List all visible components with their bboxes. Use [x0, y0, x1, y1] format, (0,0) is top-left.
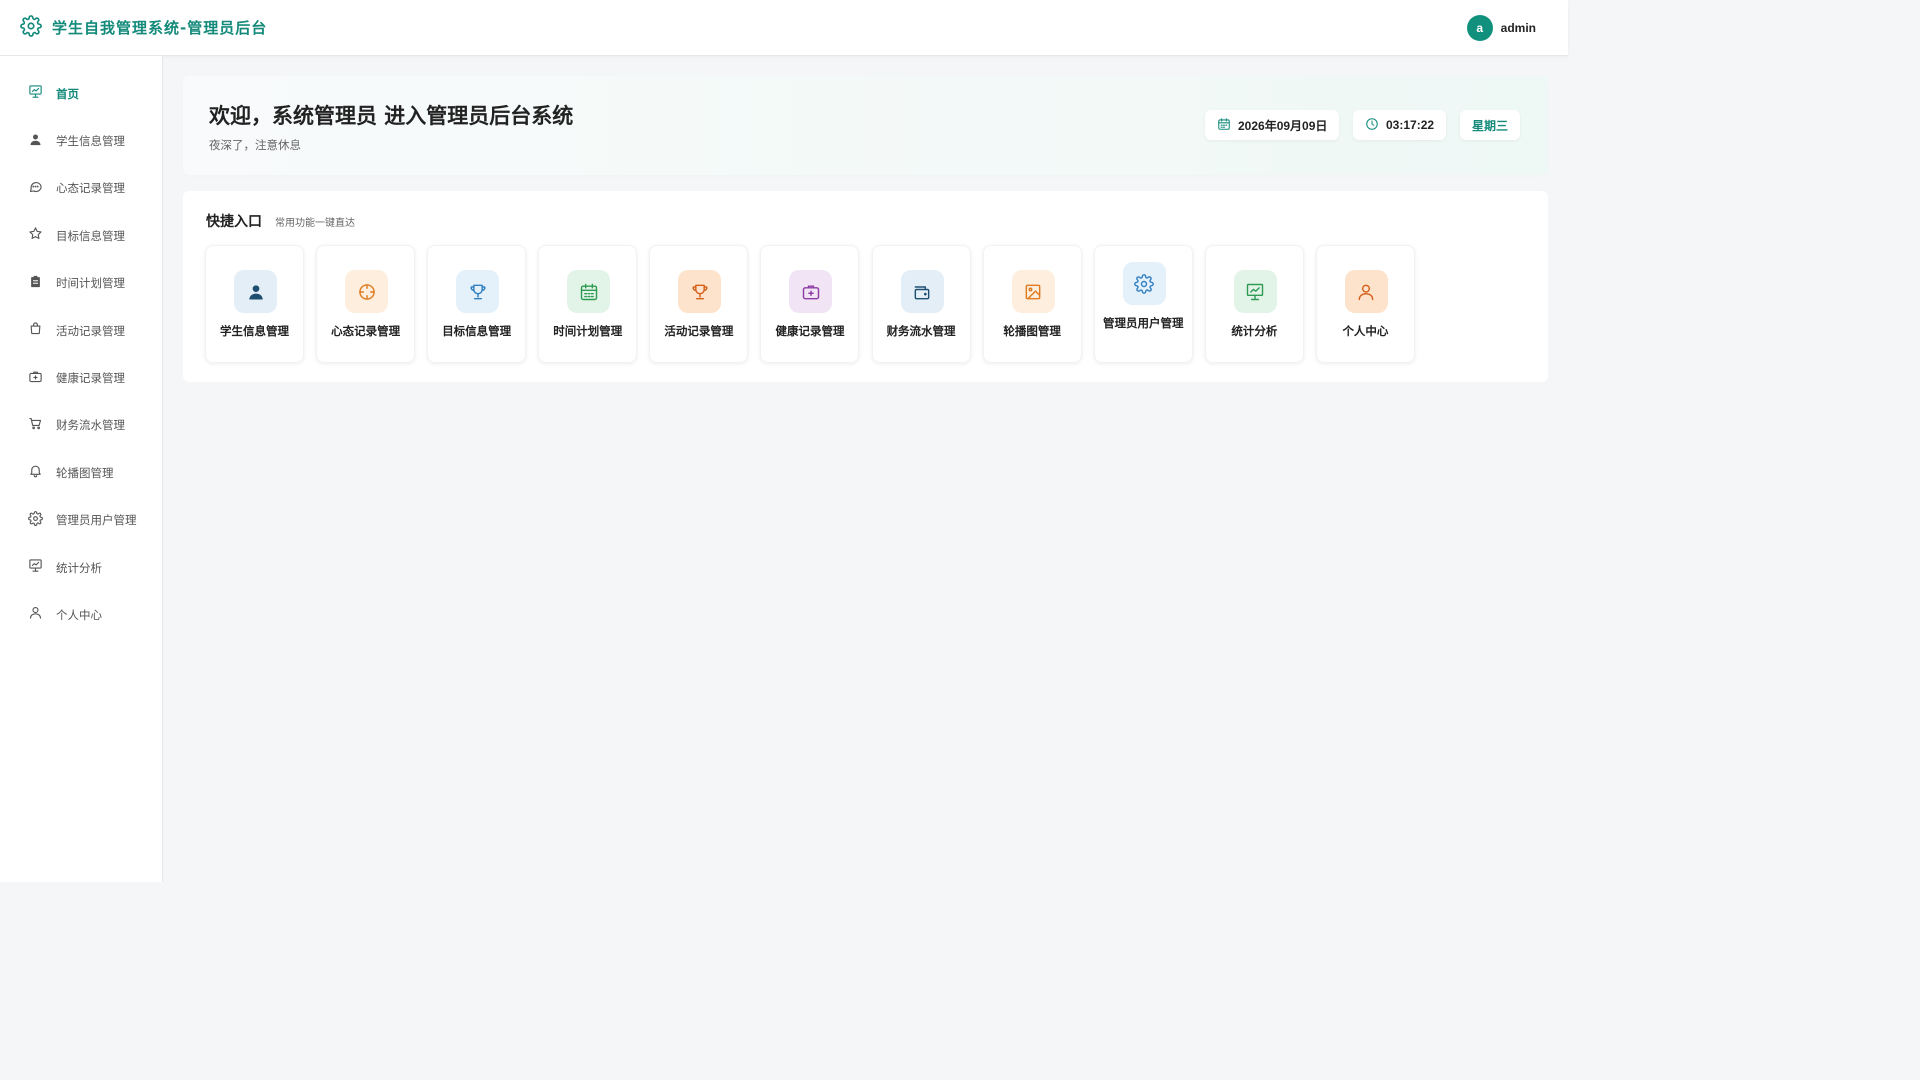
- time-text: 03:17:22: [1386, 118, 1435, 132]
- top-bar: 学生自我管理系统-管理员后台 a admin: [0, 0, 1568, 56]
- bell-icon: [28, 463, 43, 482]
- app-title: 学生自我管理系统-管理员后台: [52, 19, 268, 37]
- clock-icon: [1365, 117, 1386, 134]
- sidebar-item-health[interactable]: 健康记录管理: [0, 354, 162, 401]
- trophy-icon: [456, 270, 500, 313]
- sidebar-item-label: 健康记录管理: [56, 371, 125, 386]
- quick-card-label: 心态记录管理: [331, 324, 401, 338]
- sidebar-item-label: 时间计划管理: [56, 276, 125, 291]
- quick-card-label: 目标信息管理: [442, 324, 512, 338]
- clipboard-icon: [28, 274, 43, 293]
- quick-card-label: 财务流水管理: [886, 324, 956, 338]
- sidebar-item-goals[interactable]: 目标信息管理: [0, 212, 162, 259]
- time-badge: 03:17:22: [1353, 110, 1447, 140]
- compass-icon: [345, 270, 389, 313]
- quick-card-activities[interactable]: 活动记录管理: [649, 245, 749, 363]
- calendar-icon: [567, 270, 611, 313]
- quick-card-label: 统计分析: [1231, 324, 1278, 338]
- quick-card-mood-records[interactable]: 心态记录管理: [316, 245, 416, 363]
- quick-card-goals[interactable]: 目标信息管理: [427, 245, 527, 363]
- sidebar-item-time-plan[interactable]: 时间计划管理: [0, 260, 162, 307]
- quick-card-label: 管理员用户管理: [1103, 316, 1184, 330]
- avatar[interactable]: a: [1466, 15, 1493, 41]
- quick-card-label: 活动记录管理: [664, 324, 734, 338]
- date-text: 2026年09月09日: [1238, 118, 1328, 133]
- quick-card-student-info[interactable]: 学生信息管理: [205, 245, 304, 363]
- sidebar-item-profile[interactable]: 个人中心: [0, 591, 162, 638]
- shopping-bag-icon: [28, 321, 43, 340]
- sidebar-item-label: 活动记录管理: [56, 323, 125, 338]
- gear-icon: [1122, 262, 1166, 305]
- chat-bubble-icon: [28, 179, 43, 198]
- quick-entry-cards: 学生信息管理 心态记录管理 目标信息管理 时间计划管理 活动记录管理 健康记录管…: [205, 245, 1427, 363]
- sidebar-item-finance[interactable]: 财务流水管理: [0, 402, 162, 449]
- presentation-chart-icon: [28, 558, 43, 577]
- image-icon: [1011, 270, 1055, 313]
- sidebar-menu: 首页 学生信息管理 心态记录管理 目标信息管理 时间计划管理 活动记录管理 健康…: [0, 56, 162, 639]
- sidebar-item-student-info[interactable]: 学生信息管理: [0, 117, 162, 164]
- quick-entry-subtitle: 常用功能一键直达: [275, 218, 355, 229]
- sidebar-item-admin-users[interactable]: 管理员用户管理: [0, 497, 162, 544]
- sidebar-item-mood-records[interactable]: 心态记录管理: [0, 165, 162, 212]
- user-outline-icon: [28, 605, 43, 624]
- quick-card-label: 健康记录管理: [775, 324, 845, 338]
- quick-card-label: 个人中心: [1342, 324, 1389, 338]
- quick-card-label: 学生信息管理: [220, 324, 289, 338]
- gear-icon: [20, 14, 42, 41]
- sidebar-item-carousel[interactable]: 轮播图管理: [0, 449, 162, 496]
- user-icon: [234, 270, 277, 313]
- user-icon: [28, 132, 43, 151]
- sidebar-item-label: 首页: [56, 86, 79, 101]
- gear-icon: [28, 510, 43, 530]
- sidebar-item-label: 轮播图管理: [56, 465, 114, 480]
- presentation-chart-icon: [28, 84, 43, 103]
- sidebar-item-activities[interactable]: 活动记录管理: [0, 307, 162, 354]
- user-outline-icon: [1344, 270, 1388, 313]
- brand[interactable]: 学生自我管理系统-管理员后台: [20, 14, 268, 41]
- sidebar-item-label: 财务流水管理: [56, 418, 125, 433]
- user-menu[interactable]: a admin: [1466, 15, 1536, 41]
- quick-card-label: 时间计划管理: [553, 324, 623, 338]
- sidebar-item-label: 个人中心: [56, 607, 102, 622]
- star-icon: [28, 226, 43, 245]
- quick-card-label: 轮播图管理: [1003, 324, 1061, 338]
- quick-card-statistics[interactable]: 统计分析: [1204, 245, 1304, 363]
- welcome-subtitle: 夜深了，注意休息: [209, 138, 301, 152]
- calendar-icon: [1217, 117, 1238, 134]
- quick-card-finance[interactable]: 财务流水管理: [871, 245, 971, 363]
- trophy-icon: [678, 270, 722, 313]
- sidebar-item-label: 统计分析: [56, 560, 102, 575]
- sidebar-item-statistics[interactable]: 统计分析: [0, 544, 162, 591]
- presentation-chart-icon: [1233, 270, 1277, 313]
- welcome-banner: 欢迎，系统管理员 进入管理员后台系统 夜深了，注意休息 2026年09月09日 …: [183, 76, 1548, 175]
- sidebar-item-label: 心态记录管理: [56, 181, 125, 196]
- quick-card-profile[interactable]: 个人中心: [1315, 245, 1415, 363]
- wallet-icon: [900, 270, 944, 313]
- quick-entry-title: 快捷入口: [206, 214, 262, 230]
- quick-card-health[interactable]: 健康记录管理: [760, 245, 860, 363]
- shopping-cart-icon: [28, 416, 43, 435]
- sidebar-item-label: 管理员用户管理: [56, 513, 137, 528]
- username[interactable]: admin: [1501, 21, 1536, 35]
- quick-card-time-plan[interactable]: 时间计划管理: [538, 245, 638, 363]
- weekday-text: 星期三: [1472, 118, 1509, 133]
- sidebar-item-label: 目标信息管理: [56, 228, 125, 243]
- sidebar: 首页 学生信息管理 心态记录管理 目标信息管理 时间计划管理 活动记录管理 健康…: [0, 56, 163, 882]
- page-title: 欢迎，系统管理员 进入管理员后台系统: [209, 104, 574, 128]
- sidebar-item-home[interactable]: 首页: [0, 70, 162, 117]
- quick-card-carousel[interactable]: 轮播图管理: [982, 245, 1082, 363]
- first-aid-kit-icon: [28, 369, 43, 388]
- weekday-badge: 星期三: [1460, 110, 1521, 140]
- quick-entry-panel: 快捷入口 常用功能一键直达 学生信息管理 心态记录管理 目标信息管理 时间计划管…: [183, 191, 1548, 382]
- quick-card-admin-users[interactable]: 管理员用户管理: [1093, 245, 1193, 363]
- sidebar-item-label: 学生信息管理: [56, 134, 125, 149]
- date-badge: 2026年09月09日: [1205, 110, 1340, 140]
- first-aid-kit-icon: [789, 270, 833, 313]
